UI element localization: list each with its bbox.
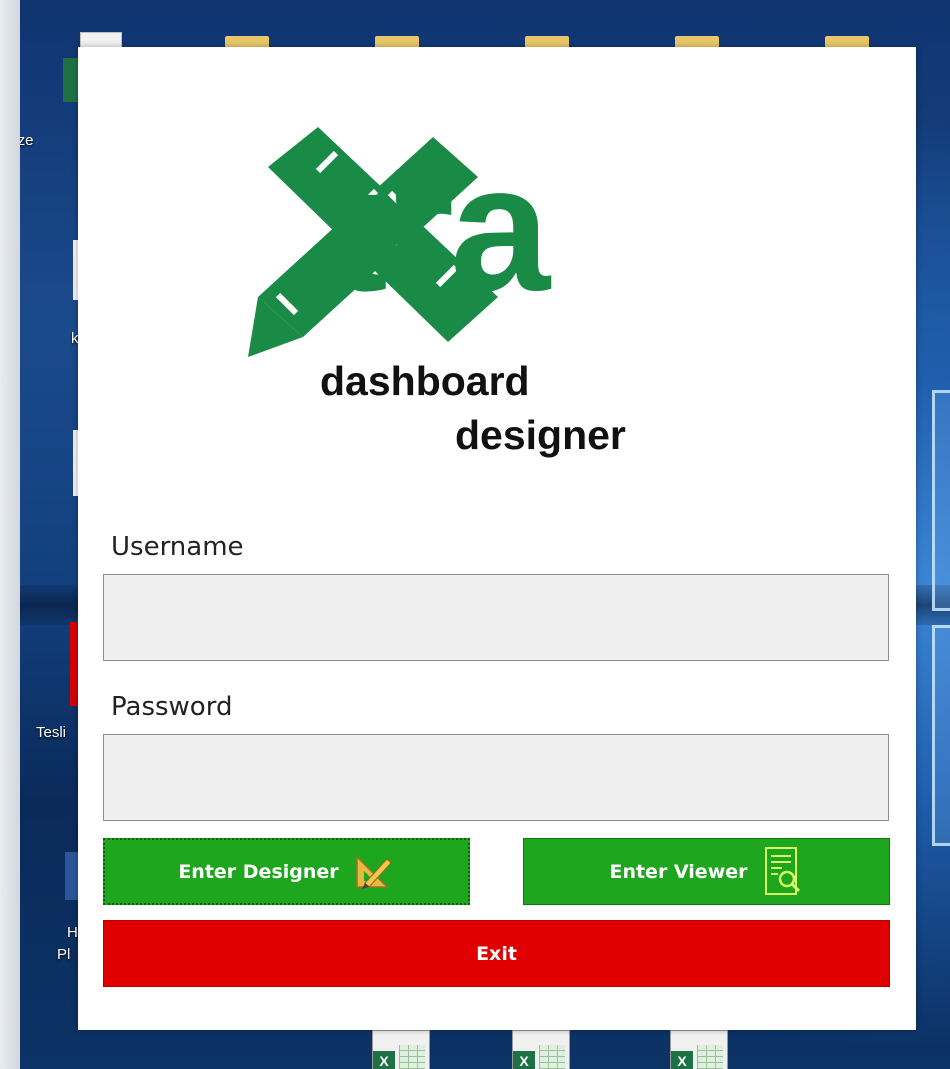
- windows-logo-pane: [932, 390, 950, 611]
- desktop-icon-label: Öze: [20, 132, 34, 149]
- desktop-icon-label: Tesli: [36, 724, 67, 741]
- desktop-icon-label: Pl: [57, 946, 71, 963]
- login-dialog: tra dashboard designer Username Password…: [78, 47, 916, 1030]
- username-input[interactable]: [103, 574, 889, 661]
- password-label: Password: [111, 692, 233, 722]
- enter-designer-button[interactable]: Enter Designer: [103, 838, 470, 905]
- enter-designer-label: Enter Designer: [178, 860, 339, 883]
- enter-viewer-button[interactable]: Enter Viewer: [523, 838, 890, 905]
- screen-edge: [0, 0, 20, 1069]
- excel-file-icon[interactable]: X: [512, 1030, 570, 1069]
- excel-file-icon[interactable]: X: [372, 1030, 430, 1069]
- report-search-icon: [764, 846, 800, 895]
- exit-button[interactable]: Exit: [103, 920, 890, 987]
- enter-viewer-label: Enter Viewer: [609, 860, 748, 883]
- logo-subtitle-line2: designer: [455, 412, 626, 458]
- username-label: Username: [111, 532, 244, 562]
- ruler-pencil-icon: [355, 854, 392, 889]
- exit-label: Exit: [476, 942, 517, 965]
- logo-subtitle-line1: dashboard: [320, 358, 530, 404]
- excel-file-icon[interactable]: X: [670, 1030, 728, 1069]
- logo-wordmark: tra: [328, 128, 550, 329]
- desktop-icon-label: H: [67, 924, 78, 941]
- excel-file-icon[interactable]: [63, 58, 79, 102]
- password-input[interactable]: [103, 734, 889, 821]
- word-file-icon[interactable]: [65, 852, 79, 900]
- windows-logo-pane: [932, 625, 950, 846]
